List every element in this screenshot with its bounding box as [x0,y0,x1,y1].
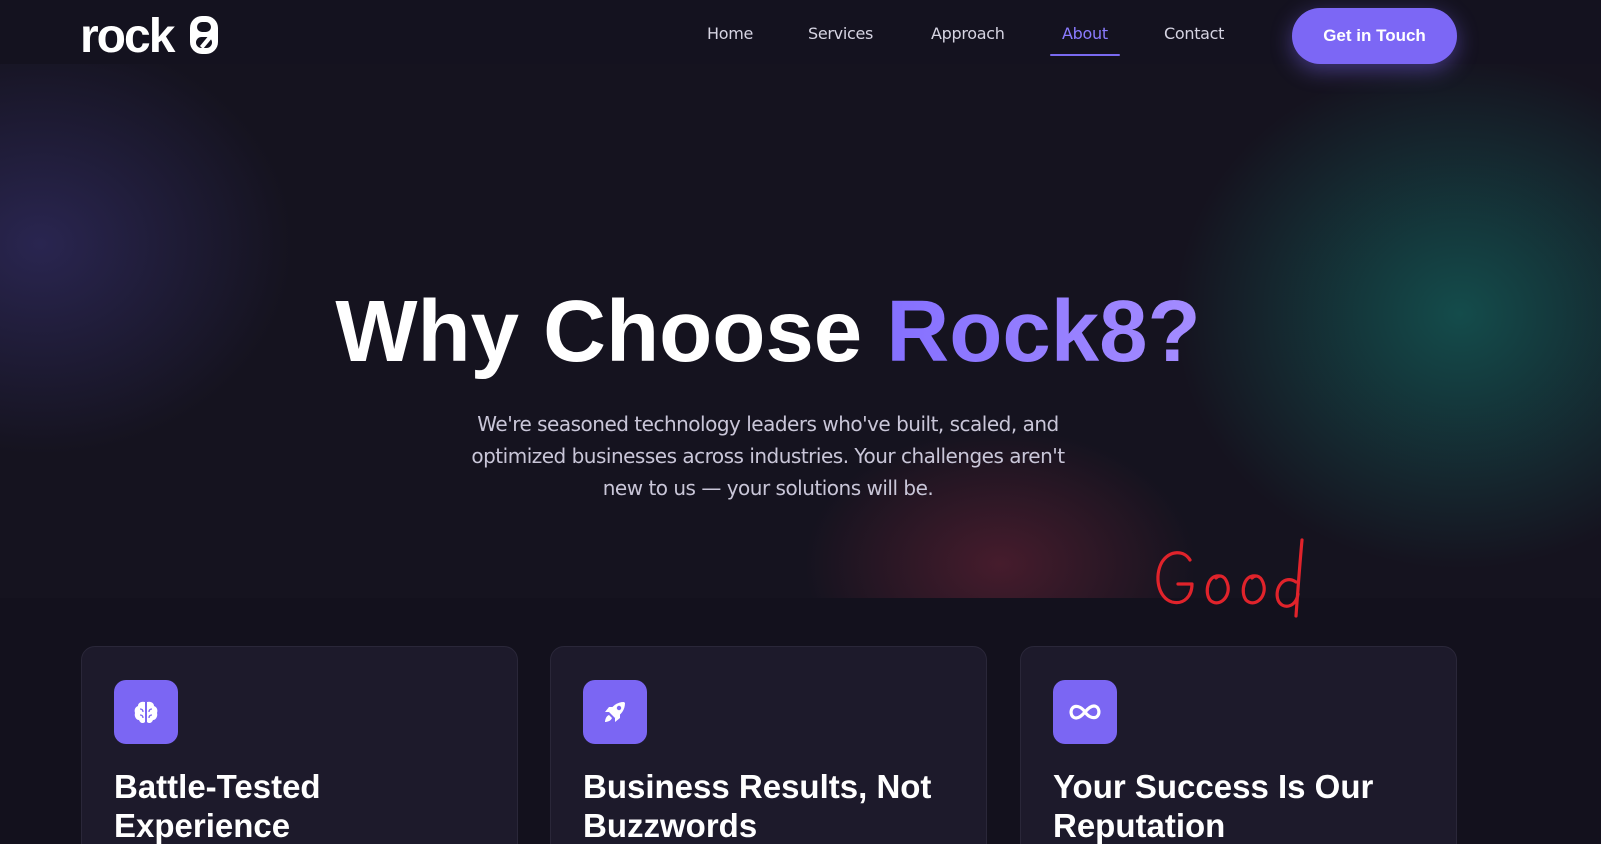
handwritten-good-annotation [1156,538,1304,618]
feature-card: Business Results, Not Buzzwords [550,646,987,844]
card-title: Your Success Is Our Reputation [1053,768,1374,844]
rocket-icon [583,680,647,744]
card-title: Battle-Tested Experience [114,768,321,844]
feature-card: Your Success Is Our Reputation [1020,646,1457,844]
hero-title: Why Choose Rock8? [0,282,1536,382]
hero-subtitle: We're seasoned technology leaders who've… [471,412,1065,500]
nav-approach[interactable]: Approach [931,24,1005,43]
card-title: Business Results, Not Buzzwords [583,768,932,844]
hero-section: Why Choose Rock8? We're seasoned technol… [0,64,1601,598]
nav-active-indicator [1050,54,1120,56]
brain-icon [114,680,178,744]
nav-services[interactable]: Services [808,24,873,43]
rock8-logo-icon: rock [80,12,218,58]
feature-card: Battle-Tested Experience [81,646,518,844]
logo[interactable]: rock8 rock [80,12,222,58]
page: rock8 rock Home Services Approach About … [0,0,1601,844]
nav-home[interactable]: Home [707,24,753,43]
hero-title-prefix: Why Choose [335,283,887,380]
infinity-icon [1053,680,1117,744]
get-in-touch-button[interactable]: Get in Touch [1292,8,1457,64]
hero-title-accent: Rock8? [886,283,1201,380]
svg-text:rock: rock [80,12,176,58]
nav-about[interactable]: About [1062,24,1108,43]
site-header: rock8 rock Home Services Approach About … [0,0,1601,64]
nav-contact[interactable]: Contact [1164,24,1224,43]
